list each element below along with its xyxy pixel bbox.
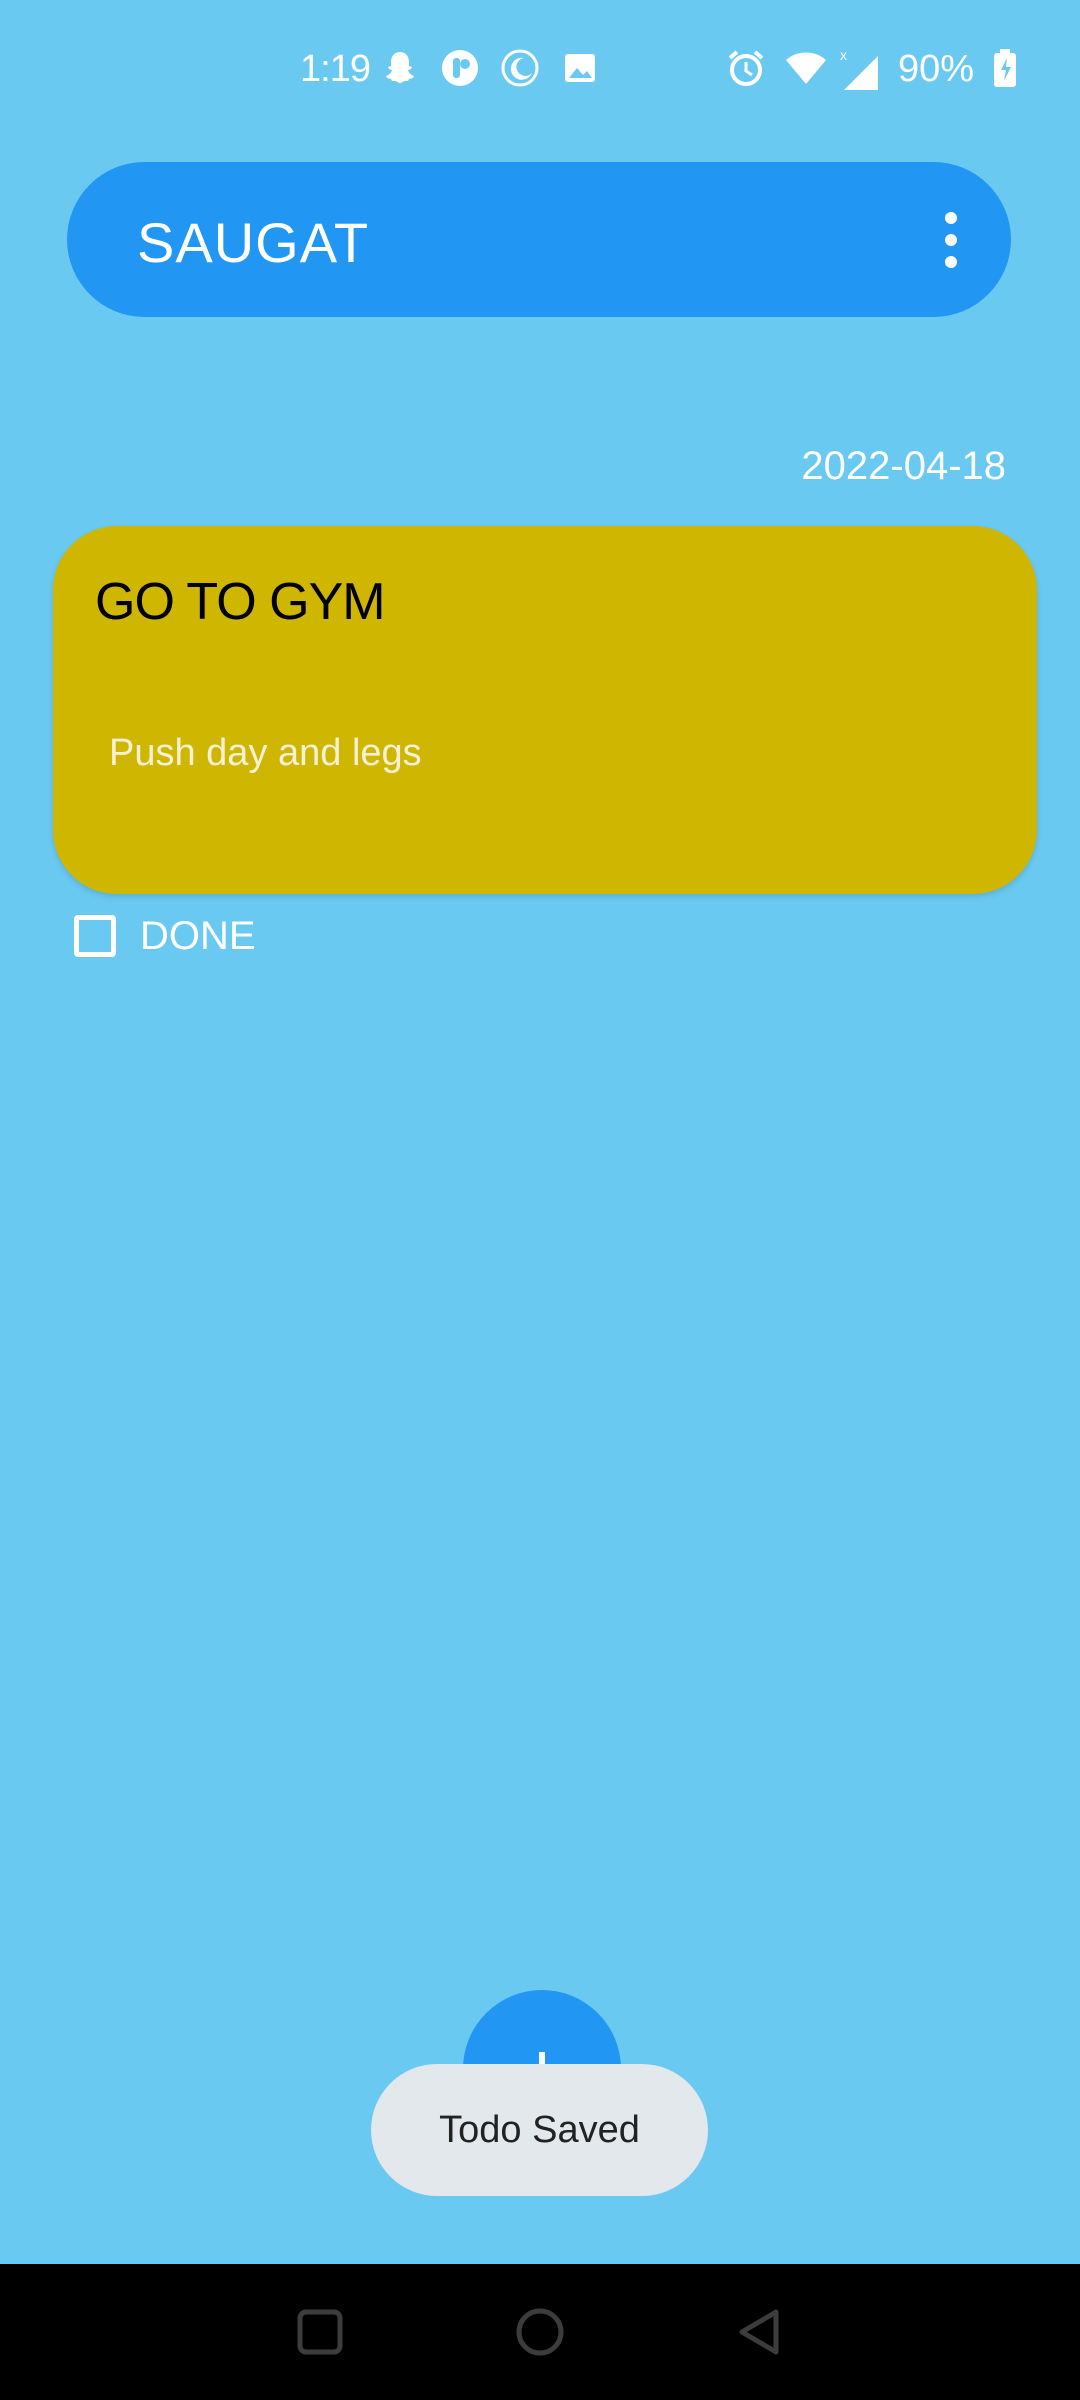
app-title: SAUGAT (137, 211, 370, 274)
menu-dot (945, 212, 957, 224)
todo-card[interactable]: GO TO GYM Push day and legs (53, 526, 1037, 894)
image-icon (560, 48, 600, 88)
app-icon (440, 48, 480, 88)
menu-dot (945, 234, 957, 246)
back-icon[interactable] (732, 2304, 788, 2360)
snapchat-icon (380, 48, 420, 88)
app-bar: SAUGAT (67, 162, 1011, 317)
navigation-bar (0, 2264, 1080, 2400)
moon-icon (500, 48, 540, 88)
battery-percent: 90% (898, 48, 975, 90)
done-checkbox[interactable] (74, 915, 116, 957)
wifi-icon (784, 48, 826, 88)
menu-dot (945, 256, 957, 268)
svg-text:x: x (840, 48, 847, 63)
todo-date: 2022-04-18 (801, 444, 1006, 488)
signal-icon: x (838, 47, 878, 90)
home-icon[interactable] (512, 2304, 568, 2360)
todo-description: Push day and legs (109, 732, 422, 774)
todo-title: GO TO GYM (95, 573, 386, 631)
alarm-icon (726, 48, 766, 88)
recents-icon[interactable] (292, 2304, 348, 2360)
battery-icon (992, 48, 1032, 88)
status-bar: 1:19 x 90% (0, 0, 1080, 140)
done-label: DONE (140, 913, 256, 958)
toast: Todo Saved (371, 2064, 708, 2196)
toast-text: Todo Saved (439, 2108, 640, 2151)
more-vert-icon[interactable] (931, 204, 971, 276)
done-row[interactable]: DONE (74, 910, 256, 962)
status-time: 1:19 (300, 48, 371, 90)
